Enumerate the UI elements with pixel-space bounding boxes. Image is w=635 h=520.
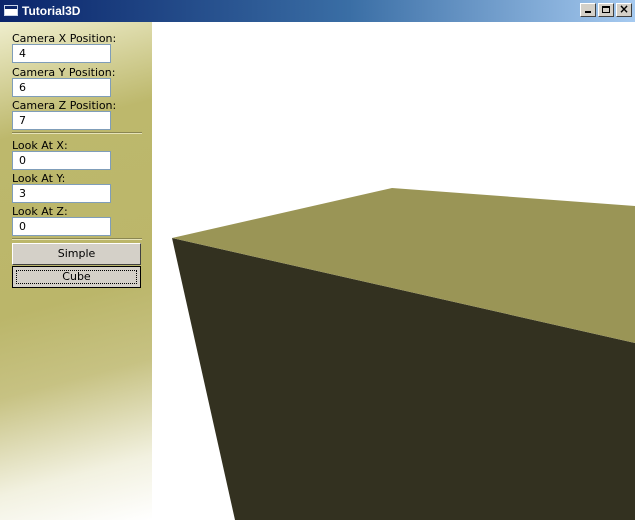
- caption-buttons: ×: [578, 2, 632, 17]
- camera-z-input[interactable]: 7: [12, 111, 111, 130]
- cube-button-label: Cube: [62, 270, 91, 283]
- camera-x-input[interactable]: 4: [12, 44, 111, 63]
- app-window: Tutorial3D × Camera X Position: 4 Camera…: [0, 0, 635, 520]
- maximize-button[interactable]: [598, 3, 614, 17]
- minimize-button[interactable]: [580, 3, 596, 17]
- look-at-x-input[interactable]: 0: [12, 151, 111, 170]
- camera-y-input[interactable]: 6: [12, 78, 111, 97]
- close-icon: ×: [618, 2, 630, 16]
- separator-camera: [12, 132, 142, 134]
- simple-button[interactable]: Simple: [12, 243, 141, 265]
- separator-look-at: [12, 238, 142, 240]
- scene-canvas: [172, 188, 635, 520]
- control-panel: Camera X Position: 4 Camera Y Position: …: [0, 22, 152, 520]
- simple-button-label: Simple: [57, 247, 96, 260]
- look-at-z-input[interactable]: 0: [12, 217, 111, 236]
- title-bar[interactable]: Tutorial3D ×: [0, 0, 635, 22]
- minimize-icon: [585, 11, 591, 13]
- cube-button[interactable]: Cube: [12, 266, 141, 288]
- maximize-icon: [602, 6, 610, 13]
- close-button[interactable]: ×: [616, 2, 632, 17]
- window-icon[interactable]: [4, 5, 18, 16]
- window-title: Tutorial3D: [22, 4, 81, 18]
- 3d-viewport[interactable]: [152, 22, 635, 520]
- look-at-y-input[interactable]: 3: [12, 184, 111, 203]
